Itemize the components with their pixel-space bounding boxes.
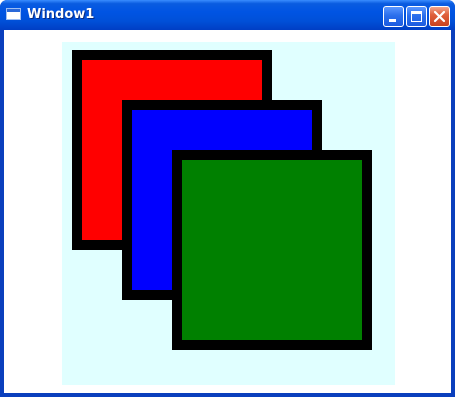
main-window: Window1 [0, 0, 455, 397]
close-icon [433, 10, 446, 23]
window-title: Window1 [27, 7, 95, 22]
title-bar[interactable]: Window1 [0, 0, 455, 30]
close-button[interactable] [429, 6, 450, 27]
window-app-icon[interactable] [6, 8, 21, 20]
client-area [4, 30, 451, 393]
drawing-canvas [62, 42, 395, 385]
minimize-icon [389, 19, 396, 22]
maximize-icon [411, 11, 422, 22]
minimize-button[interactable] [383, 6, 404, 27]
maximize-button[interactable] [406, 6, 427, 27]
green-square [172, 150, 372, 350]
